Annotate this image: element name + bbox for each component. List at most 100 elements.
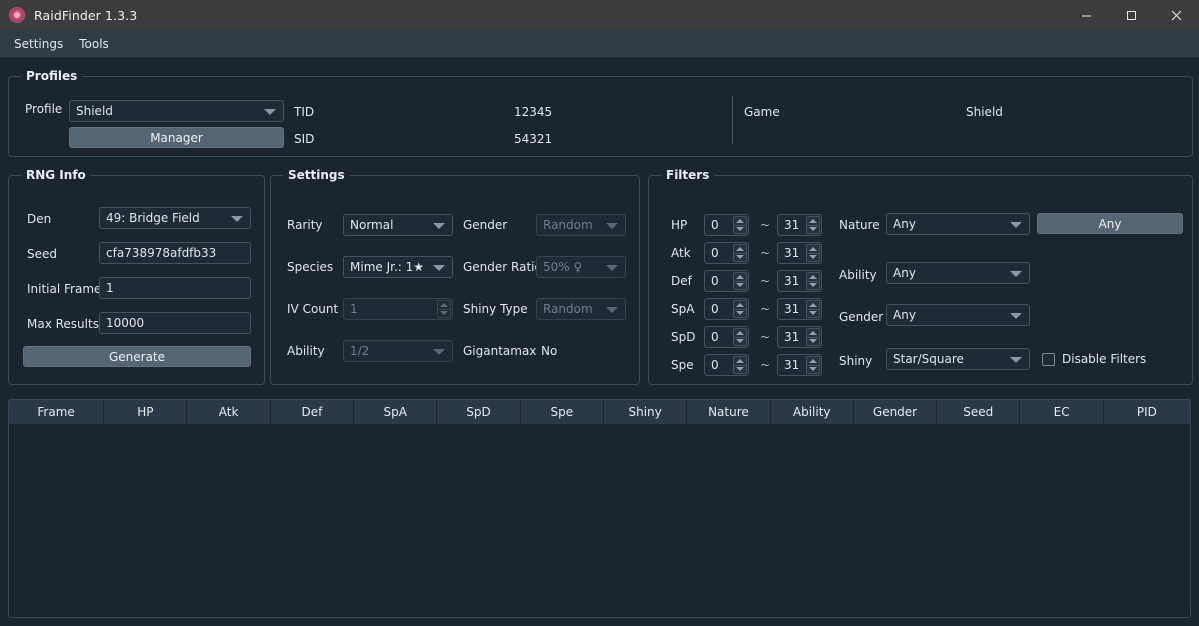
spinner-buttons[interactable]: [733, 272, 747, 290]
gigantamax-label: Gigantamax: [463, 344, 537, 358]
menu-item-settings[interactable]: Settings: [6, 33, 71, 55]
shiny-type-combo[interactable]: Random: [536, 298, 626, 320]
iv-atk-min-spinner[interactable]: 0: [704, 242, 749, 264]
spinner-buttons[interactable]: [806, 356, 820, 374]
settings-ability-label: Ability: [287, 344, 325, 358]
spinner-down-icon[interactable]: [806, 336, 820, 346]
settings-gender-combo[interactable]: Random: [536, 214, 626, 236]
minimize-icon[interactable]: [1064, 0, 1109, 30]
spinner-buttons[interactable]: [806, 272, 820, 290]
spinner-up-icon[interactable]: [806, 244, 820, 253]
column-header-ability[interactable]: Ability: [770, 400, 854, 425]
spinner-buttons[interactable]: [733, 300, 747, 318]
iv-spe-max-spinner[interactable]: 31: [777, 354, 822, 376]
column-header-nature[interactable]: Nature: [687, 400, 771, 425]
iv-hp-max-spinner[interactable]: 31: [777, 214, 822, 236]
checkbox-box-icon[interactable]: [1042, 352, 1055, 366]
spinner-up-icon[interactable]: [806, 300, 820, 309]
spinner-up-icon[interactable]: [437, 300, 451, 309]
close-icon[interactable]: [1154, 0, 1199, 30]
spinner-up-icon[interactable]: [806, 272, 820, 281]
iv-hp-min-spinner[interactable]: 0: [704, 214, 749, 236]
chevron-down-icon: [1010, 313, 1022, 319]
spinner-buttons[interactable]: [806, 300, 820, 318]
spinner-down-icon[interactable]: [733, 280, 747, 290]
results-table[interactable]: Frame HP Atk Def SpA SpD Spe Shiny Natur…: [8, 399, 1191, 618]
spinner-down-icon[interactable]: [733, 336, 747, 346]
column-header-hp[interactable]: HP: [104, 400, 188, 425]
menu-item-tools[interactable]: Tools: [71, 33, 117, 55]
iv-count-spinner[interactable]: 1: [343, 298, 453, 320]
spinner-up-icon[interactable]: [733, 272, 747, 281]
iv-def-min-spinner[interactable]: 0: [704, 270, 749, 292]
iv-atk-tilde: ~: [760, 246, 771, 260]
iv-spa-max-value: 31: [784, 302, 800, 316]
spinner-up-icon[interactable]: [806, 216, 820, 225]
spinner-up-icon[interactable]: [733, 216, 747, 225]
column-header-seed[interactable]: Seed: [937, 400, 1021, 425]
spinner-buttons[interactable]: [733, 244, 747, 262]
spinner-down-icon[interactable]: [806, 252, 820, 262]
iv-atk-max-spinner[interactable]: 31: [777, 242, 822, 264]
spinner-down-icon[interactable]: [733, 224, 747, 234]
spinner-buttons[interactable]: [733, 216, 747, 234]
filter-gender-combo[interactable]: Any: [886, 304, 1030, 326]
iv-spe-min-spinner[interactable]: 0: [704, 354, 749, 376]
spinner-buttons[interactable]: [806, 216, 820, 234]
spinner-up-icon[interactable]: [733, 300, 747, 309]
column-header-spd[interactable]: SpD: [437, 400, 521, 425]
iv-def-max-spinner[interactable]: 31: [777, 270, 822, 292]
disable-filters-checkbox[interactable]: Disable Filters: [1042, 352, 1146, 366]
species-combo[interactable]: Mime Jr.: 1★: [343, 256, 453, 278]
window-controls: [1064, 0, 1199, 30]
iv-spd-min-spinner[interactable]: 0: [704, 326, 749, 348]
spinner-buttons[interactable]: [806, 328, 820, 346]
spinner-buttons[interactable]: [733, 328, 747, 346]
column-header-atk[interactable]: Atk: [187, 400, 271, 425]
spinner-up-icon[interactable]: [806, 356, 820, 365]
column-header-frame[interactable]: Frame: [9, 400, 105, 425]
spinner-down-icon[interactable]: [733, 252, 747, 262]
iv-spd-max-spinner[interactable]: 31: [777, 326, 822, 348]
settings-ability-combo[interactable]: 1/2: [343, 340, 453, 362]
filter-any-button[interactable]: Any: [1037, 213, 1183, 234]
spinner-down-icon[interactable]: [733, 364, 747, 374]
iv-spa-max-spinner[interactable]: 31: [777, 298, 822, 320]
rarity-combo[interactable]: Normal: [343, 214, 453, 236]
spinner-up-icon[interactable]: [806, 328, 820, 337]
generate-button[interactable]: Generate: [23, 346, 251, 367]
maximize-icon[interactable]: [1109, 0, 1154, 30]
spinner-down-icon[interactable]: [806, 364, 820, 374]
filter-shiny-combo[interactable]: Star/Square: [886, 348, 1030, 370]
spinner-buttons[interactable]: [806, 244, 820, 262]
column-header-ec[interactable]: EC: [1020, 400, 1104, 425]
profile-combo[interactable]: Shield: [69, 100, 284, 122]
spinner-buttons[interactable]: [733, 356, 747, 374]
spinner-down-icon[interactable]: [437, 308, 451, 318]
manager-button[interactable]: Manager: [69, 127, 284, 148]
iv-spa-min-spinner[interactable]: 0: [704, 298, 749, 320]
den-combo[interactable]: 49: Bridge Field: [99, 207, 251, 229]
column-header-gender[interactable]: Gender: [853, 400, 938, 425]
seed-input[interactable]: cfa738978afdfb33: [99, 242, 251, 264]
initial-frame-input[interactable]: 1: [99, 277, 251, 299]
column-header-pid[interactable]: PID: [1103, 400, 1190, 425]
spinner-up-icon[interactable]: [733, 328, 747, 337]
filter-nature-combo[interactable]: Any: [886, 213, 1030, 235]
column-header-shiny[interactable]: Shiny: [603, 400, 688, 425]
spinner-down-icon[interactable]: [733, 308, 747, 318]
spinner-up-icon[interactable]: [733, 244, 747, 253]
filter-ability-combo[interactable]: Any: [886, 262, 1030, 284]
max-results-input[interactable]: 10000: [99, 312, 251, 334]
spinner-down-icon[interactable]: [806, 308, 820, 318]
spinner-buttons[interactable]: [437, 300, 451, 318]
iv-spe-tilde: ~: [760, 358, 771, 372]
column-header-spa[interactable]: SpA: [354, 400, 438, 425]
spinner-down-icon[interactable]: [806, 280, 820, 290]
column-header-spe[interactable]: Spe: [520, 400, 604, 425]
spinner-down-icon[interactable]: [806, 224, 820, 234]
chevron-down-icon: [606, 265, 618, 271]
gender-ratio-combo[interactable]: 50% ♀: [536, 256, 626, 278]
spinner-up-icon[interactable]: [733, 356, 747, 365]
column-header-def[interactable]: Def: [270, 400, 355, 425]
